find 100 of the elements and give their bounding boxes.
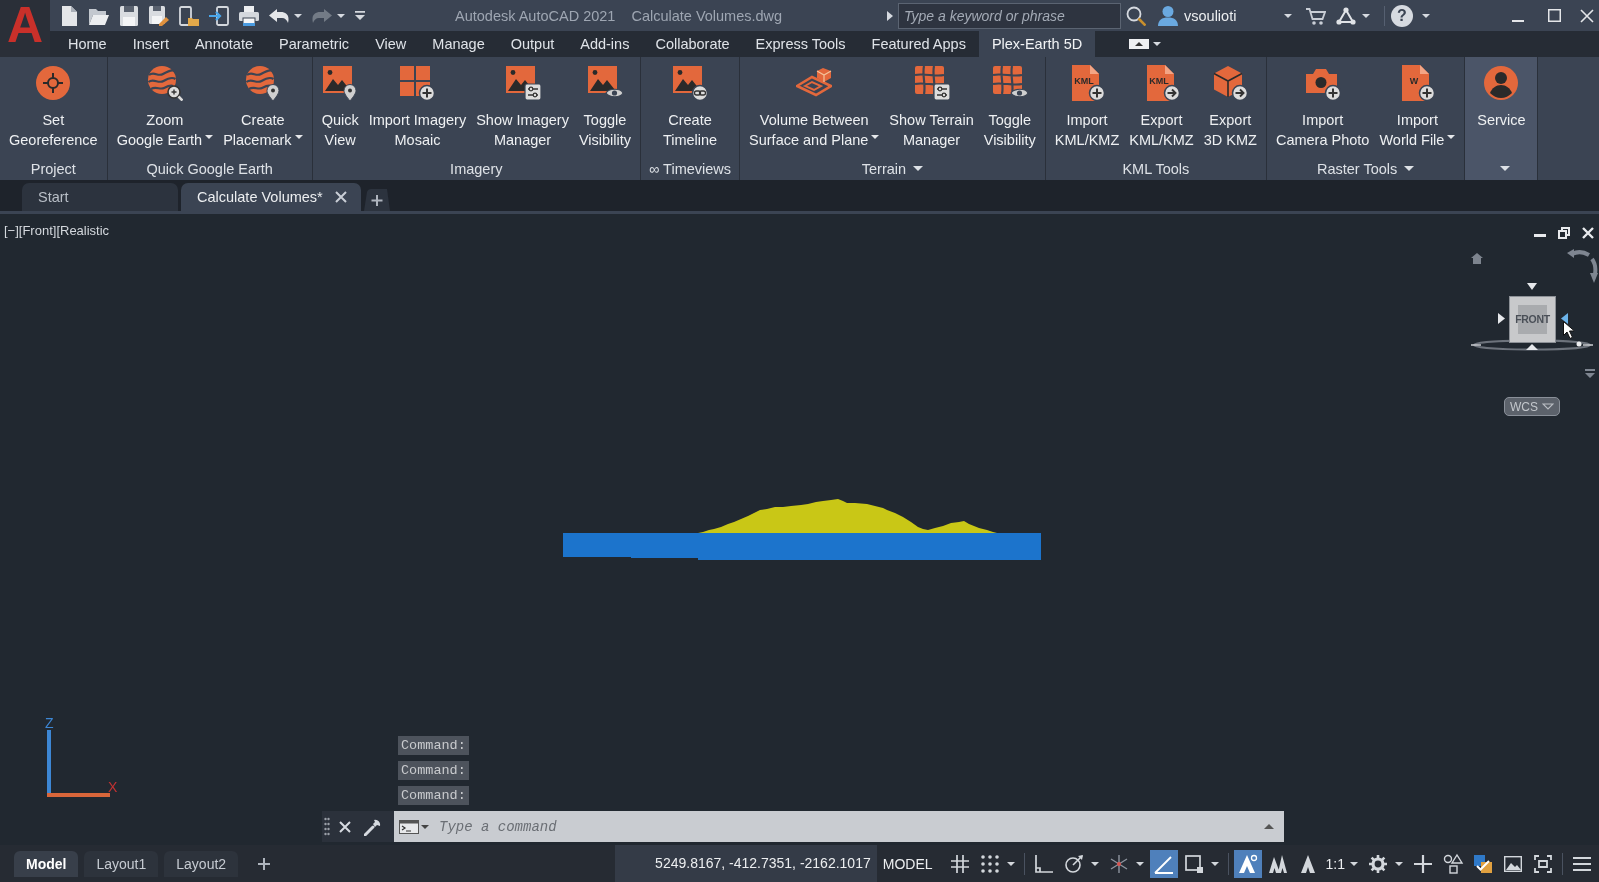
triangle-up-icon[interactable]: [1526, 344, 1538, 350]
caret-icon[interactable]: [1350, 861, 1358, 866]
ribbon-button[interactable]: Zoom Google Earth: [111, 57, 219, 157]
user-icon[interactable]: [1158, 5, 1178, 26]
annotation-figure-icon[interactable]: [1233, 849, 1262, 878]
search-icon[interactable]: [1126, 5, 1146, 26]
viewport-label[interactable]: [−][Front][Realistic: [4, 223, 110, 238]
panel-toggle-icon[interactable]: [1129, 39, 1150, 49]
layout-tab[interactable]: Layout2: [164, 850, 239, 877]
caret-icon[interactable]: [294, 13, 302, 18]
tracking-angle-icon[interactable]: [1149, 849, 1178, 878]
close-icon[interactable]: [1582, 227, 1594, 239]
orbit-arrows-icon[interactable]: [1567, 249, 1598, 283]
ribbon-tab[interactable]: Insert: [119, 31, 182, 57]
minimize-icon[interactable]: [1512, 19, 1524, 22]
ribbon-button[interactable]: Set Georeference: [4, 57, 103, 157]
scale-dropdown[interactable]: 1:1: [1322, 849, 1348, 878]
phone-folder-icon[interactable]: [179, 5, 199, 26]
caret-icon[interactable]: [337, 13, 345, 18]
ribbon-button[interactable]: Toggle Visibility: [978, 57, 1041, 157]
ribbon-button[interactable]: Import Imagery Mosaic: [363, 57, 472, 157]
caret-icon[interactable]: [1447, 134, 1456, 139]
caret-icon[interactable]: [1090, 861, 1099, 866]
ribbon-button[interactable]: Create Placemark: [218, 57, 308, 157]
caret-icon[interactable]: [913, 166, 924, 171]
ribbon-tab[interactable]: Plex-Earth 5D: [978, 31, 1096, 57]
ribbon-button[interactable]: Export 3D KMZ: [1198, 57, 1262, 157]
ribbon-tab[interactable]: Home: [55, 31, 120, 57]
panel-title[interactable]: Raster Tools: [1317, 160, 1398, 177]
wcs-dropdown[interactable]: WCS: [1504, 397, 1560, 416]
ribbon-button[interactable]: Import Camera Photo: [1270, 57, 1375, 157]
caret-icon[interactable]: [871, 134, 880, 139]
command-input[interactable]: Type a command: [437, 814, 1264, 839]
triangle-right-icon[interactable]: [1498, 313, 1505, 324]
new-tab-plus-icon[interactable]: [363, 189, 390, 211]
coordinates-readout[interactable]: 5249.8167, -412.7351, -2162.1017: [615, 845, 877, 882]
caret-icon[interactable]: [1362, 13, 1370, 18]
save-icon[interactable]: [119, 5, 139, 26]
ribbon-button[interactable]: Service: [1472, 57, 1531, 157]
ribbon-button[interactable]: KML Import KML/KMZ: [1049, 57, 1125, 157]
phone-arrow-icon[interactable]: [209, 5, 229, 26]
caret-icon[interactable]: [1404, 166, 1415, 171]
model-space-toggle[interactable]: MODEL: [876, 855, 939, 872]
new-file-icon[interactable]: [59, 5, 79, 26]
save-pencil-icon[interactable]: [149, 5, 169, 26]
caret-icon[interactable]: [1395, 861, 1403, 866]
wrench-icon[interactable]: [364, 817, 382, 836]
ribbon-button[interactable]: W Import World File: [1374, 57, 1461, 157]
panel-title[interactable]: Terrain: [861, 160, 907, 177]
ribbon-tab[interactable]: Annotate: [181, 31, 266, 57]
triangle-left-icon[interactable]: [1561, 313, 1568, 324]
home-icon[interactable]: [1471, 253, 1483, 264]
ribbon-button[interactable]: Toggle Visibility: [573, 57, 636, 157]
close-icon[interactable]: [339, 820, 351, 833]
layout-tab[interactable]: Layout1: [84, 850, 159, 877]
caret-icon[interactable]: [1422, 13, 1430, 18]
ribbon-tab[interactable]: View: [362, 31, 420, 57]
menu-arrow-icon[interactable]: [1585, 369, 1595, 378]
customize-icon[interactable]: [355, 11, 365, 20]
caret-icon[interactable]: [1135, 861, 1144, 866]
ribbon-tab[interactable]: Parametric: [266, 31, 363, 57]
ribbon-tab[interactable]: Express Tools: [742, 31, 859, 57]
document-tab[interactable]: Start: [22, 183, 178, 211]
view-cube[interactable]: FRONT: [1509, 296, 1556, 343]
ribbon-button[interactable]: Show Terrain Manager: [884, 57, 979, 157]
caret-icon[interactable]: [1210, 861, 1219, 866]
caret-icon[interactable]: [1006, 861, 1015, 866]
expand-arrow-icon[interactable]: [887, 10, 893, 21]
ribbon-tab[interactable]: Add-ins: [567, 31, 643, 57]
document-tab[interactable]: Calculate Volumes*: [181, 183, 361, 211]
caret-icon[interactable]: [1153, 42, 1162, 46]
search-field[interactable]: Type a keyword or phrase: [898, 2, 1121, 29]
ribbon-button[interactable]: Volume Between Surface and Plane: [744, 57, 885, 157]
ribbon-button[interactable]: Quick View: [316, 57, 364, 157]
caret-icon[interactable]: [1499, 166, 1510, 171]
triangle-down-icon[interactable]: [1527, 283, 1537, 290]
minimize-icon[interactable]: [1534, 233, 1546, 237]
close-icon[interactable]: [334, 191, 347, 203]
ribbon-tab[interactable]: Output: [497, 31, 568, 57]
help-button[interactable]: ?: [1391, 4, 1413, 27]
ribbon-button[interactable]: Show Imagery Manager: [471, 57, 574, 157]
caret-icon[interactable]: [1284, 13, 1292, 18]
grip-handle-icon[interactable]: [324, 816, 330, 837]
caret-icon[interactable]: [294, 134, 303, 139]
plus-icon[interactable]: [258, 857, 271, 870]
ribbon-button[interactable]: Create Timeline: [657, 57, 723, 157]
triangle-network-icon[interactable]: [1336, 5, 1356, 26]
ribbon-tab[interactable]: Collaborate: [642, 31, 743, 57]
layout-tab[interactable]: Model: [14, 850, 79, 877]
maximize-icon[interactable]: [1548, 9, 1561, 22]
close-icon[interactable]: [1580, 8, 1594, 23]
caret-icon[interactable]: [205, 134, 214, 139]
caret-up-icon[interactable]: [1264, 824, 1274, 829]
ribbon-tab[interactable]: Featured Apps: [858, 31, 979, 57]
cart-icon[interactable]: [1306, 5, 1326, 26]
restore-icon[interactable]: [1558, 227, 1570, 239]
ribbon-tab[interactable]: Manage: [419, 31, 498, 57]
command-line-field[interactable]: Type a command: [394, 811, 1284, 842]
ribbon-button[interactable]: KML Export KML/KMZ: [1124, 57, 1199, 157]
print-icon[interactable]: [239, 5, 259, 26]
